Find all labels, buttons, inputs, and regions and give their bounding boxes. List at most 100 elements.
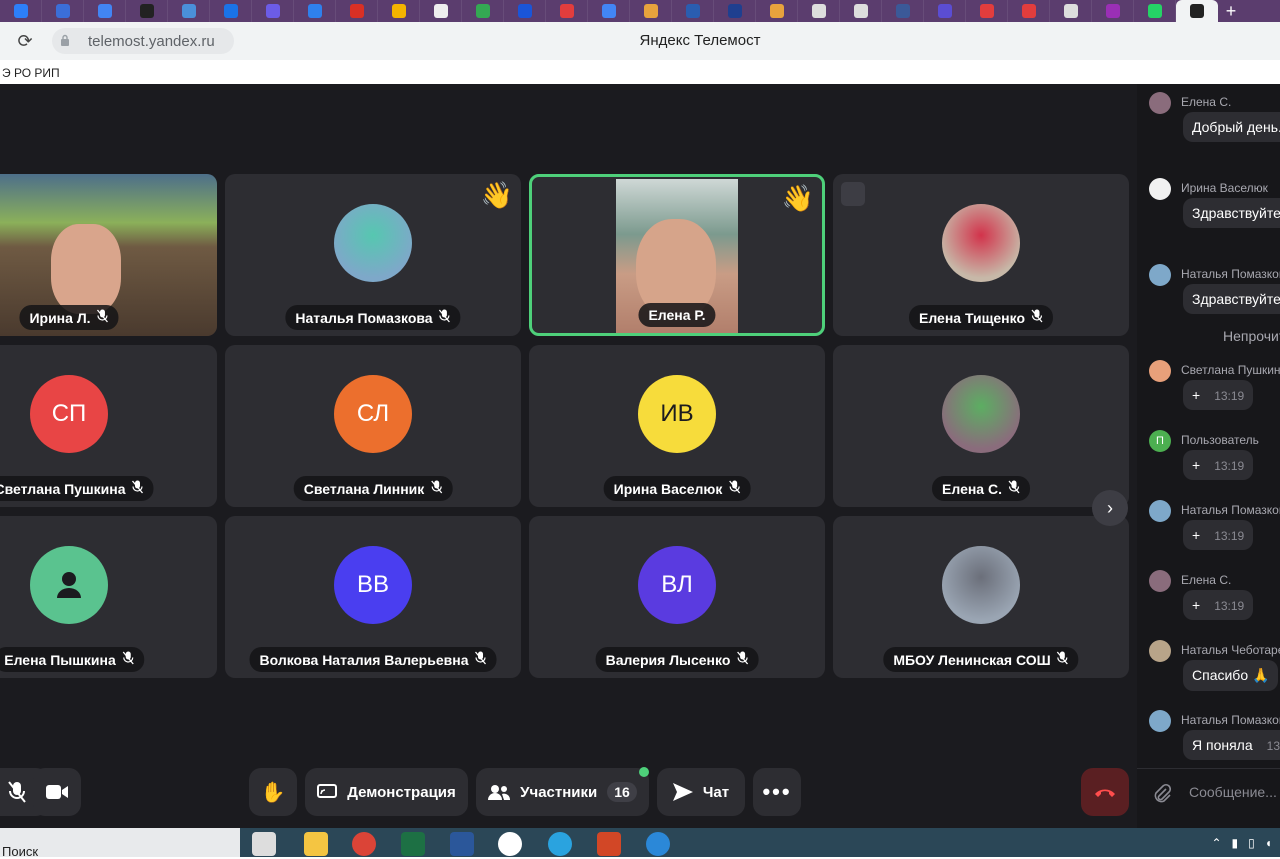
- reload-icon[interactable]: ⟳: [14, 30, 36, 52]
- person-icon: [57, 572, 81, 598]
- paperclip-icon[interactable]: [1153, 783, 1171, 803]
- participants-button[interactable]: Участники 16: [476, 768, 649, 816]
- url-field[interactable]: telemost.yandex.ru: [52, 28, 234, 54]
- favicon-icon: [1190, 4, 1204, 18]
- chrome-icon[interactable]: [352, 832, 376, 856]
- chat-message-text: +: [1192, 597, 1201, 613]
- browser-tab[interactable]: [210, 0, 252, 22]
- participant-tile[interactable]: ВВ Волкова Наталия Валерьевна: [225, 516, 521, 678]
- browser-tab[interactable]: [126, 0, 168, 22]
- browser-tab[interactable]: [756, 0, 798, 22]
- browser-tab[interactable]: [966, 0, 1008, 22]
- chat-message: Светлана Пушкина +13:19: [1149, 360, 1280, 430]
- favicon-icon: [307, 4, 322, 18]
- browser-tab[interactable]: [336, 0, 378, 22]
- participant-tile[interactable]: СП Светлана Пушкина: [0, 345, 217, 507]
- hand-icon: ✋: [260, 781, 286, 804]
- browser-tab[interactable]: [504, 0, 546, 22]
- browser-tab[interactable]: [0, 0, 42, 22]
- mic-off-icon: [8, 781, 26, 803]
- favicon-icon: [517, 4, 532, 18]
- yandex-browser-icon[interactable]: [498, 832, 522, 856]
- participant-name: Ирина Васелюк: [603, 476, 751, 501]
- more-options-button[interactable]: •••: [753, 768, 801, 816]
- browser-tab-strip: +: [0, 0, 1280, 22]
- chat-message-author: Елена С.: [1181, 95, 1232, 109]
- chat-message-bubble: Здравствуйте!: [1183, 198, 1280, 228]
- browser-tab[interactable]: [798, 0, 840, 22]
- participant-tile[interactable]: Елена Пышкина: [0, 516, 217, 678]
- browser-tab[interactable]: [1008, 0, 1050, 22]
- participant-name: Светлана Линник: [293, 476, 453, 501]
- browser-tab[interactable]: [840, 0, 882, 22]
- participant-tile[interactable]: ИВ Ирина Васелюк: [529, 345, 825, 507]
- browser-tab-active[interactable]: [1176, 0, 1218, 22]
- chat-message-author: Ирина Васелюк: [1181, 181, 1268, 195]
- file-explorer-icon[interactable]: [304, 832, 328, 856]
- favicon-icon: [55, 4, 70, 18]
- mic-off-icon: [439, 309, 451, 326]
- next-page-button[interactable]: ›: [1092, 490, 1128, 526]
- browser-tab[interactable]: [462, 0, 504, 22]
- participant-tile[interactable]: МБОУ Ленинская СОШ: [833, 516, 1129, 678]
- browser-tab[interactable]: [672, 0, 714, 22]
- avatar: [942, 546, 1020, 624]
- chat-message-input[interactable]: Сообщение...: [1189, 784, 1277, 800]
- browser-tab[interactable]: [630, 0, 672, 22]
- browser-tab[interactable]: [714, 0, 756, 22]
- powerpoint-icon[interactable]: [597, 832, 621, 856]
- taskbar-search[interactable]: Поиск: [0, 828, 240, 859]
- participant-tile[interactable]: Ирина Л.: [0, 174, 217, 336]
- edge-icon[interactable]: [646, 832, 670, 856]
- favicon-icon: [181, 4, 196, 18]
- browser-tab[interactable]: [1092, 0, 1134, 22]
- bookmark-item[interactable]: Э РО РИП: [2, 66, 60, 80]
- browser-tab[interactable]: [420, 0, 462, 22]
- word-icon[interactable]: [450, 832, 474, 856]
- chat-message: Наталья Помазкова Я поняла 13:5: [1149, 710, 1280, 780]
- participant-name: Елена Пышкина: [0, 647, 144, 672]
- participant-name-label: Ирина Васелюк: [613, 480, 723, 497]
- browser-tab[interactable]: [588, 0, 630, 22]
- chat-button[interactable]: Чат: [657, 768, 745, 816]
- participant-name-label: Валерия Лысенко: [605, 651, 731, 668]
- browser-tab[interactable]: [168, 0, 210, 22]
- browser-tab[interactable]: [1134, 0, 1176, 22]
- screen-share-button[interactable]: Демонстрация: [305, 768, 468, 816]
- participant-tile[interactable]: СЛ Светлана Линник: [225, 345, 521, 507]
- page-title: Яндекс Телемост: [639, 32, 761, 49]
- participant-tile[interactable]: ВЛ Валерия Лысенко: [529, 516, 825, 678]
- participant-tile[interactable]: 👋 Елена Р.: [529, 174, 825, 336]
- chat-message-text: Здравствуйте: [1192, 291, 1280, 307]
- volume-icon[interactable]: ◖: [1265, 836, 1272, 850]
- raise-hand-button[interactable]: ✋: [249, 768, 297, 816]
- browser-tab[interactable]: [294, 0, 336, 22]
- avatar: СП: [30, 375, 108, 453]
- browser-tab[interactable]: [924, 0, 966, 22]
- telegram-icon[interactable]: [548, 832, 572, 856]
- new-tab-button[interactable]: +: [1218, 0, 1244, 22]
- task-view-icon[interactable]: [252, 832, 276, 856]
- raised-hand-icon: 👋: [480, 180, 513, 210]
- battery-icon[interactable]: ▯: [1248, 836, 1255, 850]
- avatar: [1149, 710, 1171, 732]
- participant-tile[interactable]: 👋 Наталья Помазкова: [225, 174, 521, 336]
- browser-tab[interactable]: [42, 0, 84, 22]
- mic-off-icon: [122, 651, 134, 668]
- participant-tile[interactable]: Елена Тищенко: [833, 174, 1129, 336]
- excel-icon[interactable]: [401, 832, 425, 856]
- participant-tile[interactable]: Елена С.: [833, 345, 1129, 507]
- browser-tab[interactable]: [882, 0, 924, 22]
- browser-tab[interactable]: [84, 0, 126, 22]
- browser-tab[interactable]: [252, 0, 294, 22]
- browser-tab[interactable]: [378, 0, 420, 22]
- camera-toggle-button[interactable]: [33, 768, 81, 816]
- network-icon[interactable]: ▮: [1232, 836, 1239, 850]
- favicon-icon: [1105, 4, 1120, 18]
- browser-tab[interactable]: [546, 0, 588, 22]
- hang-up-button[interactable]: [1081, 768, 1129, 816]
- favicon-icon: [391, 4, 406, 18]
- chevron-up-icon[interactable]: ⌃: [1211, 836, 1221, 850]
- avatar: СЛ: [334, 375, 412, 453]
- browser-tab[interactable]: [1050, 0, 1092, 22]
